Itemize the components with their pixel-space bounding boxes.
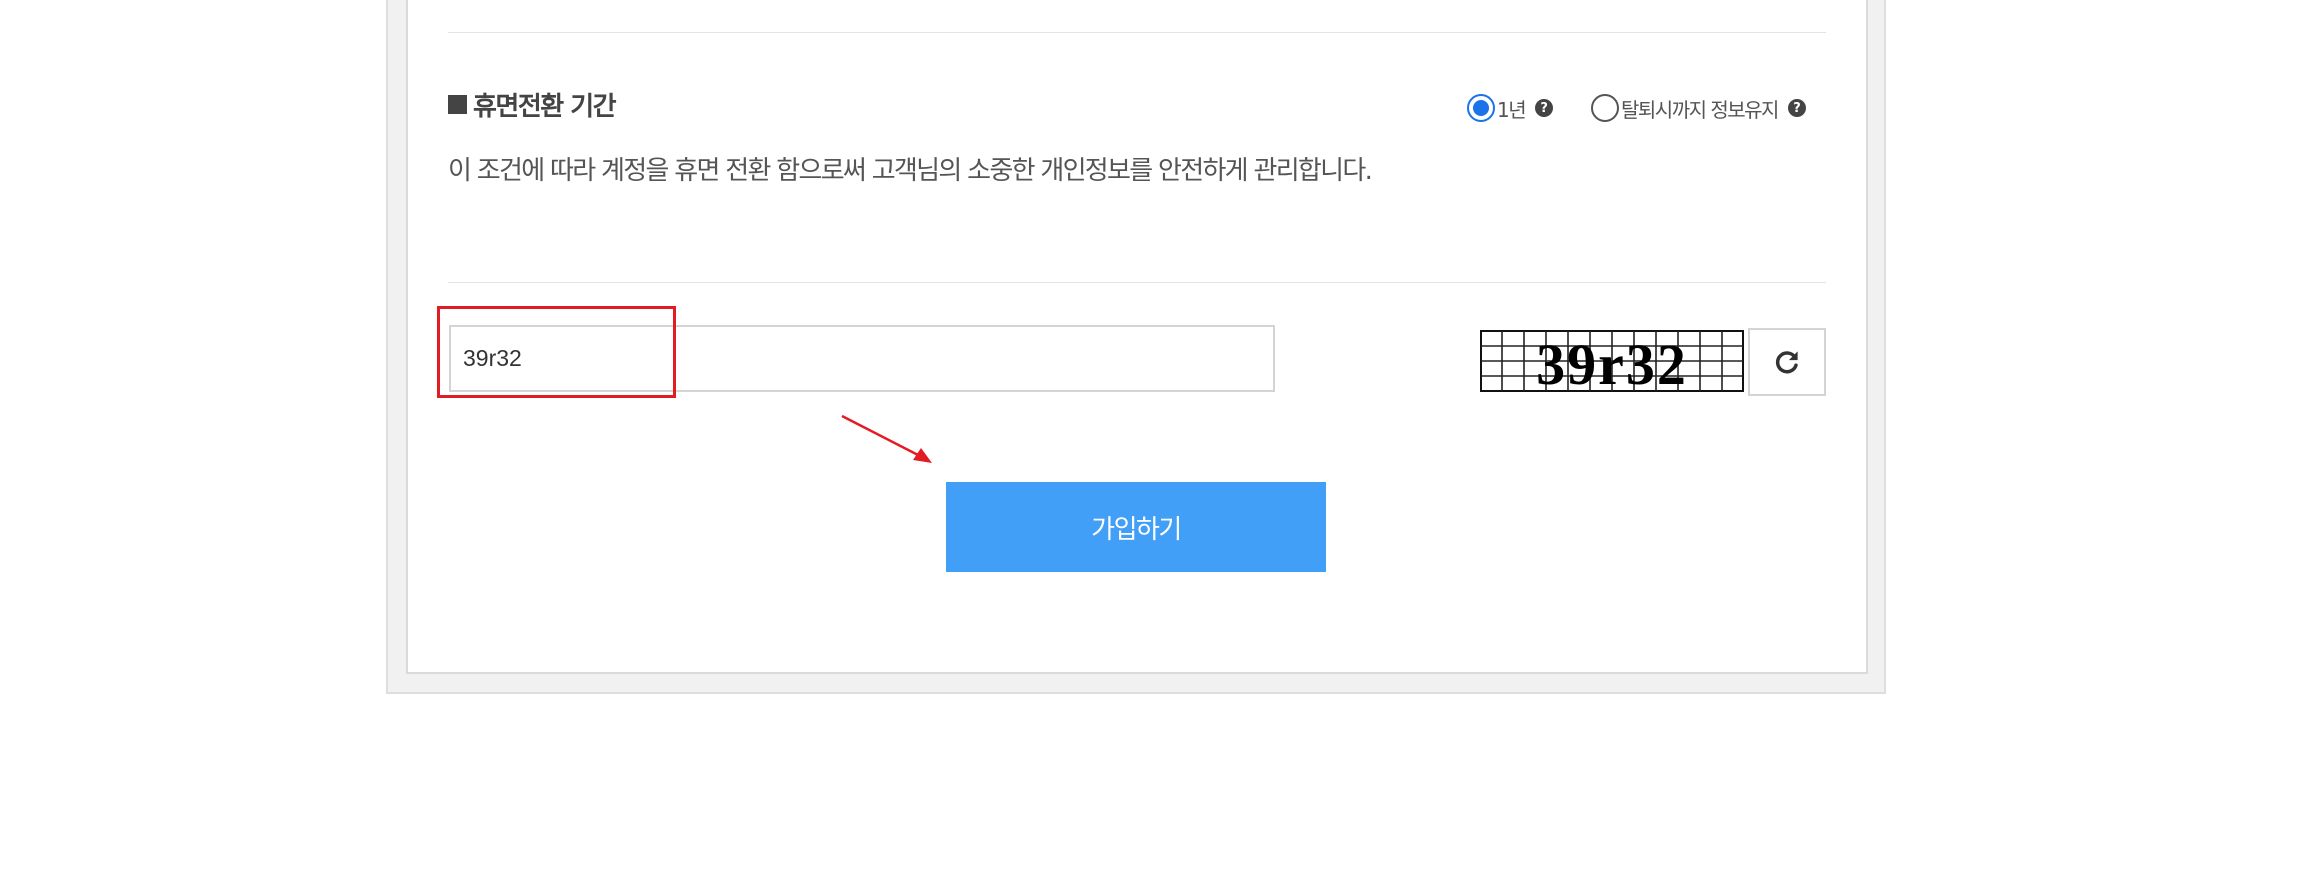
title-square-icon <box>448 95 467 114</box>
captcha-image-text: 39r32 <box>1536 332 1688 392</box>
question-circle-icon[interactable]: ? <box>1535 99 1554 117</box>
radio-button-1year[interactable] <box>1467 94 1495 122</box>
captcha-refresh-button[interactable] <box>1748 328 1826 396</box>
dormancy-description: 이 조건에 따라 계정을 휴면 전환 함으로써 고객님의 소중한 개인정보를 안… <box>448 156 1373 186</box>
captcha-input[interactable] <box>449 325 1275 392</box>
radio-option-until-withdrawal[interactable]: 탈퇴시까지 정보유지 ? <box>1591 92 1806 124</box>
captcha-image: 39r32 <box>1480 330 1744 392</box>
signup-button[interactable]: 가입하기 <box>946 482 1326 572</box>
radio-label-1year: 1년 <box>1497 97 1527 122</box>
radio-button-until-withdrawal[interactable] <box>1591 94 1619 122</box>
radio-label-until-withdrawal: 탈퇴시까지 정보유지 <box>1621 97 1779 122</box>
section-divider-bottom <box>448 282 1826 283</box>
annotation-arrow <box>841 414 932 463</box>
section-divider-top <box>448 32 1826 33</box>
question-circle-icon[interactable]: ? <box>1787 99 1806 117</box>
radio-option-1year[interactable]: 1년 ? <box>1467 92 1554 124</box>
refresh-icon <box>1775 351 1798 374</box>
dormancy-title-text: 휴면전환 기간 <box>473 92 617 122</box>
dormancy-section-title: 휴면전환 기간 <box>448 86 617 123</box>
